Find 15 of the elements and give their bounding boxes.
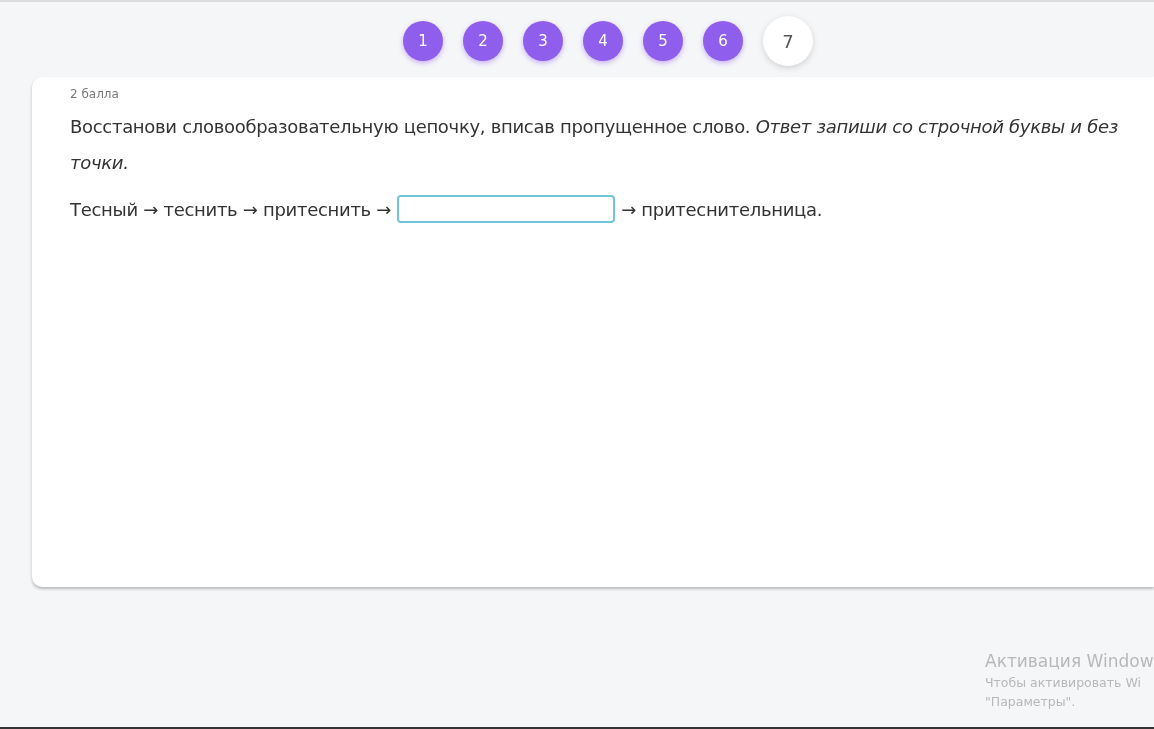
answer-field[interactable] xyxy=(397,195,616,223)
question-number-button[interactable]: 4 xyxy=(583,21,623,61)
activation-text: Чтобы активировать Wi xyxy=(985,674,1142,692)
question-number-button[interactable]: 5 xyxy=(643,21,683,61)
question-number-button[interactable]: 3 xyxy=(523,21,563,61)
activation-text: "Параметры". xyxy=(985,693,1077,711)
task-instruction: Восстанови словообразовательную цепочку, вписав пропущенное слово. Ответ запиши со строчной буквы и без точки. xyxy=(70,115,1120,175)
word-chain-text: Тесный → теснить → притеснить → xyxy=(70,198,392,220)
word-chain-text: → притеснительница. xyxy=(621,198,823,220)
activation-title: Активация Window xyxy=(985,650,1154,673)
points-label: 2 балла xyxy=(70,87,120,101)
question-number-button[interactable]: 2 xyxy=(463,21,503,61)
question-number-button[interactable]: 7 xyxy=(763,16,813,66)
question-number-button[interactable]: 6 xyxy=(703,21,743,61)
question-number-button[interactable]: 1 xyxy=(403,21,443,61)
